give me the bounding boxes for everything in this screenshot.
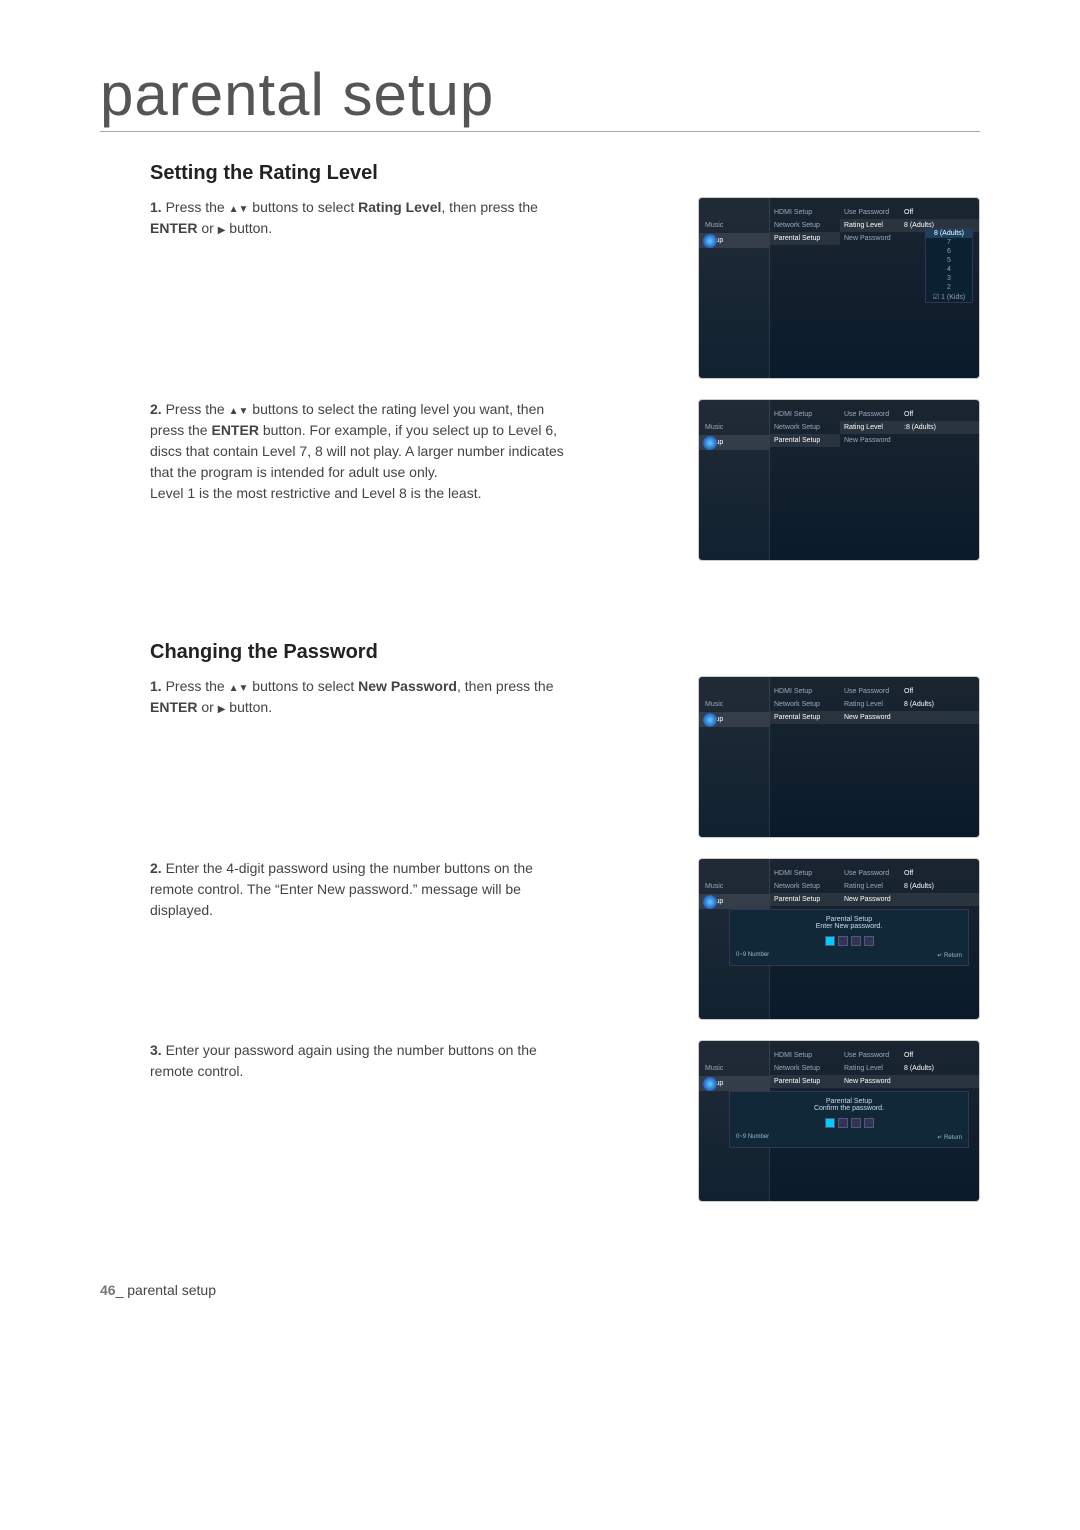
footer-label: _ parental setup [116, 1282, 216, 1298]
password-confirm-dialog: Parental Setup Confirm the password. 0~9… [729, 1091, 969, 1148]
row-new-password: New Password [844, 437, 904, 444]
row-rating-level: Rating Level [844, 701, 904, 708]
dialog-title: Parental Setup [736, 1098, 962, 1105]
password-digit-box [825, 936, 835, 946]
row-rating-level: Rating Level [844, 1065, 904, 1072]
dialog-message: Enter New password. [736, 923, 962, 930]
menu-parental: Parental Setup [770, 434, 840, 447]
sidebar-item-music: Music [699, 697, 769, 712]
menu-hdmi: HDMI Setup [770, 206, 840, 219]
row-use-password: Use Password [844, 1052, 904, 1059]
screenshot-confirm-password: Music Setup HDMI Setup Network Setup Par… [698, 1040, 980, 1202]
row-rating-level: Rating Level [844, 883, 904, 890]
row-new-password: New Password [844, 714, 904, 721]
sidebar-item-music: Music [699, 879, 769, 894]
row-new-password: New Password [844, 1078, 904, 1085]
section-heading-password: Changing the Password [100, 641, 980, 664]
sidebar-item-music: Music [699, 1061, 769, 1076]
page-number: 46 [100, 1282, 116, 1298]
up-arrow-icon [229, 401, 239, 417]
menu-parental: Parental Setup [770, 232, 840, 245]
rating-dropdown: 8 (Adults) 7 6 5 4 3 2 ☑ 1 (Kids) [925, 228, 973, 303]
sidebar-item-music: Music [699, 218, 769, 233]
dialog-message: Confirm the password. [736, 1105, 962, 1112]
row-new-password: New Password [844, 235, 904, 242]
menu-network: Network Setup [770, 421, 840, 434]
disc-icon [703, 895, 717, 909]
screenshot-enter-password: Music Setup HDMI Setup Network Setup Par… [698, 858, 980, 1020]
rating-step2-text: 2. Press the buttons to select the ratin… [150, 399, 570, 504]
password-digit-box [851, 1118, 861, 1128]
screenshot-newpassword: Music Setup HDMI Setup Network Setup Par… [698, 676, 980, 838]
menu-parental: Parental Setup [770, 893, 840, 906]
password-digit-box [838, 1118, 848, 1128]
up-arrow-icon [229, 678, 239, 694]
down-arrow-icon [239, 678, 249, 694]
password-digit-box [851, 936, 861, 946]
disc-icon [703, 234, 717, 248]
password-step1-text: 1. Press the buttons to select New Passw… [150, 676, 570, 718]
return-hint: ↵ Return [937, 952, 962, 959]
dialog-title: Parental Setup [736, 916, 962, 923]
row-rating-level: Rating Level [844, 424, 904, 431]
screenshot-rating-selected: Music Setup HDMI Setup Network Setup Par… [698, 399, 980, 561]
menu-network: Network Setup [770, 219, 840, 232]
return-hint: ↵ Return [937, 1134, 962, 1141]
password-step2-text: 2. Enter the 4-digit password using the … [150, 858, 570, 921]
page-footer: 46_ parental setup [100, 1282, 980, 1298]
section-heading-rating: Setting the Rating Level [100, 162, 980, 185]
number-hint: 0~9 Number [736, 1134, 769, 1141]
disc-icon [703, 713, 717, 727]
menu-network: Network Setup [770, 880, 840, 893]
disc-icon [703, 436, 717, 450]
password-step3-text: 3. Enter your password again using the n… [150, 1040, 570, 1082]
password-digit-box [825, 1118, 835, 1128]
down-arrow-icon [239, 199, 249, 215]
down-arrow-icon [239, 401, 249, 417]
menu-network: Network Setup [770, 1062, 840, 1075]
row-new-password: New Password [844, 896, 904, 903]
password-digit-box [864, 1118, 874, 1128]
sidebar-item-music: Music [699, 420, 769, 435]
menu-hdmi: HDMI Setup [770, 685, 840, 698]
menu-hdmi: HDMI Setup [770, 1049, 840, 1062]
password-digit-box [864, 936, 874, 946]
screenshot-rating-dropdown: Music Setup HDMI Setup Network Setup Par… [698, 197, 980, 379]
rating-step1-text: 1. Press the buttons to select Rating Le… [150, 197, 570, 239]
row-use-password: Use Password [844, 411, 904, 418]
password-entry-dialog: Parental Setup Enter New password. 0~9 N… [729, 909, 969, 966]
up-arrow-icon [229, 199, 239, 215]
number-hint: 0~9 Number [736, 952, 769, 959]
password-digit-box [838, 936, 848, 946]
row-use-password: Use Password [844, 209, 904, 216]
row-use-password: Use Password [844, 870, 904, 877]
menu-hdmi: HDMI Setup [770, 408, 840, 421]
menu-parental: Parental Setup [770, 1075, 840, 1088]
row-rating-level: Rating Level [844, 222, 904, 229]
disc-icon [703, 1077, 717, 1091]
row-use-password: Use Password [844, 688, 904, 695]
menu-parental: Parental Setup [770, 711, 840, 724]
page-title: parental setup [100, 60, 980, 132]
menu-hdmi: HDMI Setup [770, 867, 840, 880]
menu-network: Network Setup [770, 698, 840, 711]
